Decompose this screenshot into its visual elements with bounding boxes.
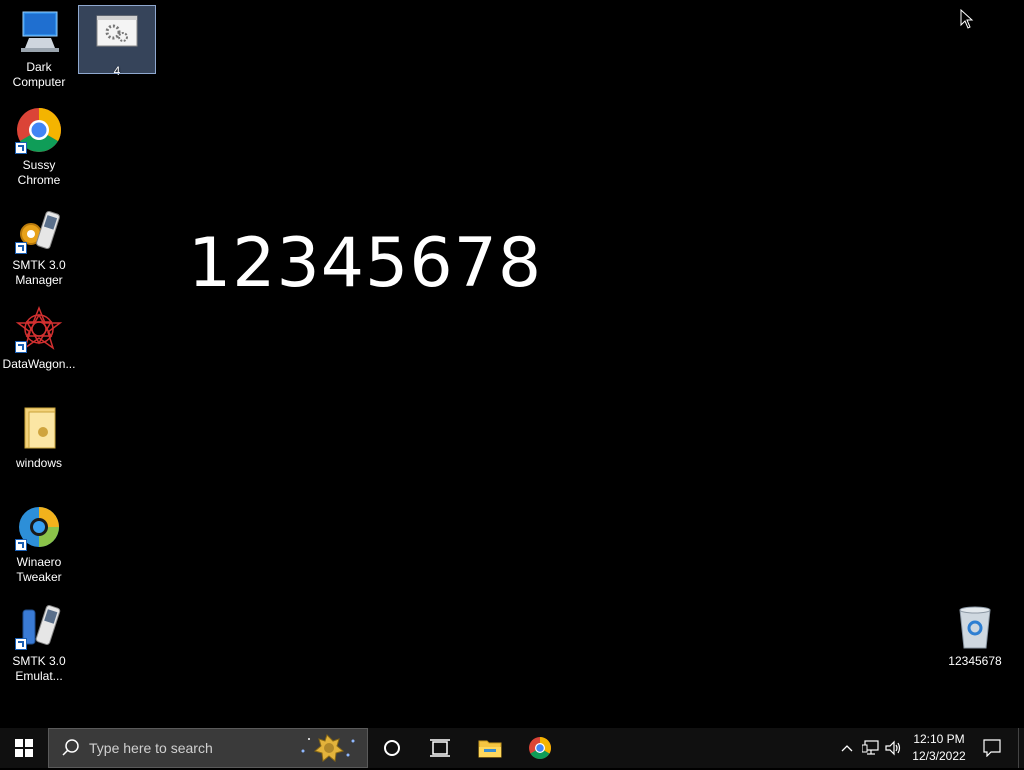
cortana-button[interactable] — [368, 728, 416, 768]
network-button[interactable] — [860, 728, 882, 768]
shortcut-arrow-icon — [15, 142, 27, 154]
recycle-bin-icon — [951, 602, 999, 650]
desktop-icon-dark-computer[interactable]: Dark Computer — [1, 8, 77, 90]
icon-label: SMTK 3.0 Manager — [12, 258, 66, 287]
task-view-button[interactable] — [416, 728, 464, 768]
desktop-icon-4[interactable]: 4 — [78, 5, 156, 78]
task-view-icon — [430, 739, 450, 757]
shortcut-arrow-icon — [15, 539, 27, 551]
winaero-icon — [15, 503, 63, 551]
start-button[interactable] — [0, 728, 48, 768]
clock-time: 12:10 PM — [913, 732, 965, 746]
icon-label: 12345678 — [948, 654, 1002, 668]
icon-label: windows — [15, 456, 63, 470]
show-hidden-icons-button[interactable] — [836, 728, 858, 768]
chrome-icon — [15, 106, 63, 154]
desktop-icon-smtk-manager[interactable]: SMTK 3.0 Manager — [1, 206, 77, 288]
smtk-manager-icon — [15, 206, 63, 254]
taskbar: Type here to search 12:10 PM 12/3/2022 — [0, 728, 1024, 768]
file-explorer-button[interactable] — [466, 728, 514, 768]
show-desktop-button[interactable] — [1018, 728, 1024, 768]
search-box[interactable]: Type here to search — [48, 728, 368, 768]
chevron-up-icon — [841, 745, 853, 752]
search-icon — [62, 739, 79, 756]
chrome-icon — [529, 737, 551, 759]
clock[interactable]: 12:10 PM 12/3/2022 — [900, 731, 978, 765]
smtk-emulator-icon — [15, 602, 63, 650]
shortcut-arrow-icon — [15, 638, 27, 650]
icon-label: Winaero Tweaker — [16, 555, 62, 584]
folder-icon — [15, 404, 63, 452]
desktop-icon-recycle-bin[interactable]: 12345678 — [937, 602, 1013, 669]
gear-window-icon — [93, 12, 141, 60]
desktop-icon-sussy-chrome[interactable]: Sussy Chrome — [1, 106, 77, 188]
notification-icon — [983, 739, 1001, 757]
folder-icon — [478, 740, 502, 758]
datawagon-icon — [15, 305, 63, 353]
desktop-icon-windows-folder[interactable]: windows — [1, 404, 77, 471]
network-icon — [862, 740, 879, 755]
desktop-icon-winaero-tweaker[interactable]: Winaero Tweaker — [1, 503, 77, 585]
desktop-icon-smtk-emulator[interactable]: SMTK 3.0 Emulat... — [1, 602, 77, 684]
desktop[interactable]: Dark Computer 4 Sussy Chrome SMTK 3.0 Ma… — [0, 0, 1024, 728]
icon-label: SMTK 3.0 Emulat... — [12, 654, 66, 683]
computer-icon — [15, 8, 63, 56]
search-placeholder: Type here to search — [89, 740, 213, 756]
chrome-taskbar-button[interactable] — [516, 728, 564, 768]
action-center-button[interactable] — [978, 728, 1006, 768]
icon-label: 4 — [113, 64, 121, 78]
icon-label: Dark Computer — [12, 60, 66, 89]
icon-label: DataWagon... — [2, 357, 76, 371]
windows-logo-icon — [15, 739, 33, 757]
wallpaper-text: 12345678 — [188, 224, 543, 303]
clock-date: 12/3/2022 — [912, 749, 966, 763]
desktop-icon-datawagon[interactable]: DataWagon... — [1, 305, 77, 372]
cortana-circle-icon — [384, 740, 400, 756]
mouse-cursor-icon — [960, 8, 974, 34]
shortcut-arrow-icon — [15, 242, 27, 254]
search-highlight-icon — [293, 731, 363, 765]
icon-label: Sussy Chrome — [17, 158, 61, 187]
shortcut-arrow-icon — [15, 341, 27, 353]
